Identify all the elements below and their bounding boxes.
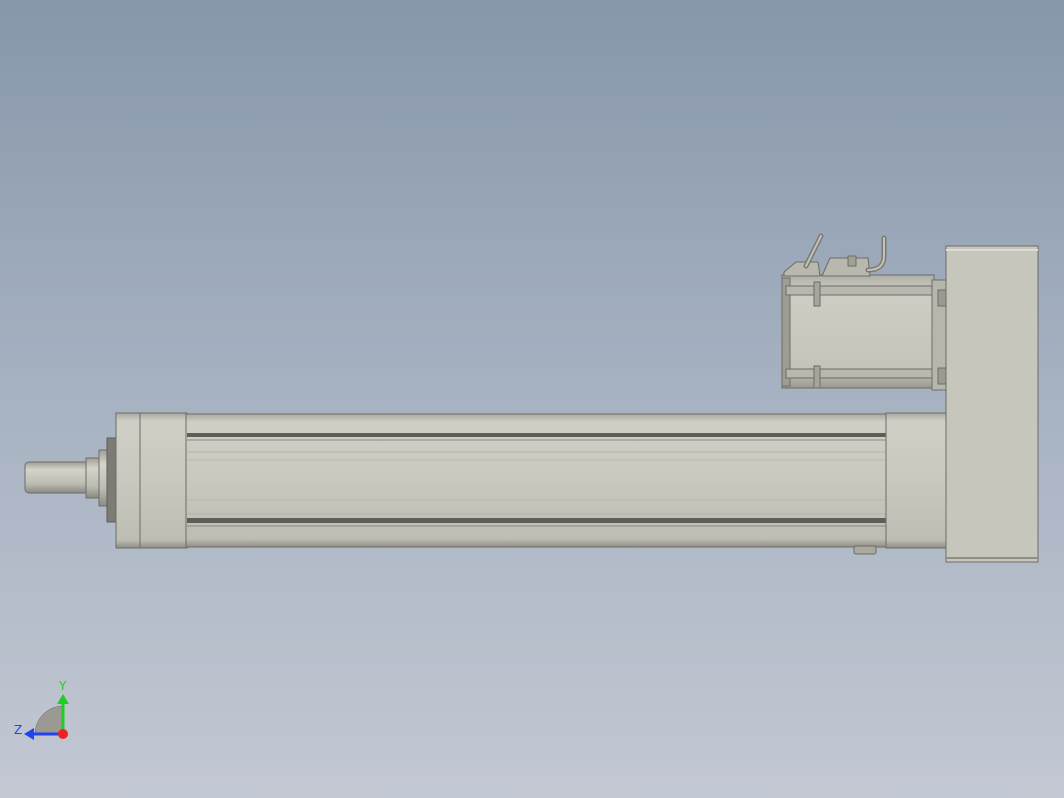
piston-rod <box>24 437 118 523</box>
bottom-fitting <box>853 545 877 555</box>
y-axis-label: Y <box>58 679 67 693</box>
actuator-body-tube <box>185 413 889 548</box>
rear-block <box>885 412 949 549</box>
electric-actuator-model[interactable] <box>24 233 1039 563</box>
orientation-triad[interactable]: Y Z <box>10 676 80 746</box>
front-end-cap <box>115 412 188 549</box>
triad-arc <box>34 705 64 735</box>
cad-viewport[interactable] <box>0 0 1064 798</box>
servo-motor <box>781 255 947 391</box>
drive-housing <box>945 245 1039 563</box>
z-axis-arrowhead <box>24 728 34 740</box>
y-axis-arrowhead <box>57 694 69 704</box>
x-axis-dot <box>58 729 68 739</box>
z-axis-label: Z <box>14 723 22 737</box>
